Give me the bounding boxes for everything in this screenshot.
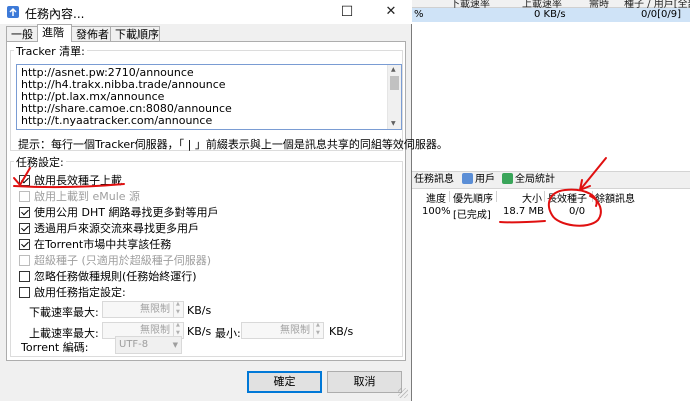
col-long-seeds[interactable]: 長效種子 [547, 190, 587, 205]
tracker-url: http://t.nyaatracker.com/announce [21, 114, 213, 127]
checkbox-box [19, 191, 30, 202]
users-icon [462, 173, 473, 184]
upload-min-label: 最小: [215, 327, 241, 340]
detail-tabbar: 任務訊息 用戶 全局統計 [412, 171, 690, 189]
row-upload-speed: 0 KB/s [534, 9, 566, 20]
tab-peers[interactable]: 用戶 [462, 172, 495, 188]
checkbox-box[interactable] [19, 287, 30, 298]
checkbox-box[interactable] [19, 239, 30, 250]
tab-task-info[interactable]: 任務訊息 [414, 172, 454, 188]
row-peers: 0/0[0/9] [641, 9, 681, 20]
cancel-button[interactable]: 取消 [327, 371, 402, 393]
row-percent: % [414, 9, 424, 20]
upload-max-unit: KB/s [187, 325, 212, 338]
dialog-titlebar[interactable]: 任務內容... ☐ ✕ [0, 0, 412, 24]
checkbox-box[interactable] [19, 175, 30, 186]
col-separator [544, 191, 545, 202]
col-separator [592, 191, 593, 202]
task-list-header: 下載速率 上載速率 需時 種子 / 用戶[全部] [412, 0, 690, 10]
maximize-icon: ☐ [340, 4, 354, 20]
tab-general[interactable]: 一般 [6, 26, 38, 42]
upload-min-unit: KB/s [329, 325, 354, 338]
close-icon: ✕ [385, 4, 397, 19]
col-separator [449, 191, 450, 202]
col-size[interactable]: 大小 [522, 190, 542, 205]
tab-advanced[interactable]: 進階 [37, 24, 72, 42]
checkbox-box[interactable] [19, 207, 30, 218]
tracker-group-label: Tracker 清單: [14, 45, 87, 58]
tracker-hint: 提示：每行一個Tracker伺服器，「 | 」前綴表示與上一個是訊息共享的同組等… [18, 138, 448, 151]
checkbox-box[interactable] [19, 271, 30, 282]
detail-data-row[interactable]: 100% [已完成] 18.7 MB 0/0 [412, 204, 690, 221]
dialog-title: 任務內容... [25, 7, 85, 21]
checkbox-box[interactable] [19, 223, 30, 234]
tracker-lines: http://asnet.pw:2710/announce http://h4.… [17, 65, 401, 127]
tab-global-stats[interactable]: 全局統計 [502, 172, 555, 188]
resize-grip[interactable] [398, 388, 408, 398]
col-priority[interactable]: 優先順序 [453, 190, 493, 205]
cell-progress: 100% [422, 206, 451, 217]
detail-column-header: 進度 優先順序 大小 長效種子 餘額訊息 [412, 189, 690, 205]
ok-button[interactable]: 確定 [247, 371, 322, 393]
stats-icon [502, 173, 513, 184]
download-rate-unit: KB/s [187, 304, 212, 317]
col-progress[interactable]: 進度 [426, 190, 446, 205]
download-max-input[interactable]: 無限制 [102, 301, 174, 318]
download-max-stepper[interactable] [173, 301, 184, 318]
task-list-row[interactable]: % 0 KB/s 0/0[0/9] [412, 8, 690, 22]
advanced-panel: Tracker 清單: http://asnet.pw:2710/announc… [6, 41, 448, 361]
cell-size: 18.7 MB [503, 206, 544, 217]
col-separator [496, 191, 497, 202]
download-rate-label: 下載速率 [29, 306, 73, 319]
app-icon [7, 6, 19, 18]
upload-min-stepper[interactable] [313, 322, 324, 339]
encoding-select: UTF-8 ▼ [115, 336, 182, 354]
scrollbar-thumb[interactable] [390, 76, 399, 90]
checkbox-box [19, 255, 30, 266]
chevron-down-icon: ▼ [172, 341, 178, 349]
tab-publisher[interactable]: 發佈者 [71, 26, 111, 42]
upload-min-input[interactable]: 無限制 [241, 322, 314, 339]
scroll-down-icon[interactable]: ▼ [391, 120, 396, 127]
download-max-label: 最大: [73, 306, 99, 319]
col-remaining-info[interactable]: 餘額訊息 [595, 190, 635, 205]
tracker-list-textarea[interactable]: http://asnet.pw:2710/announce http://h4.… [16, 64, 402, 130]
cell-priority: [已完成] [453, 210, 491, 221]
cell-long-seeds: 0/0 [569, 206, 586, 217]
task-properties-dialog: 任務內容... ☐ ✕ 一般 進階 發佈者 下載順序 Tracker 清單: h… [0, 0, 448, 401]
task-settings-label: 任務設定: [14, 156, 66, 169]
scroll-up-icon[interactable]: ▲ [391, 66, 396, 73]
close-button[interactable]: ✕ [370, 0, 412, 24]
maximize-button[interactable]: ☐ [326, 0, 368, 24]
tab-download-order[interactable]: 下載順序 [110, 26, 160, 42]
encoding-label: Torrent 編碼: [21, 341, 89, 354]
tracker-scrollbar[interactable]: ▲ ▼ [387, 65, 401, 129]
